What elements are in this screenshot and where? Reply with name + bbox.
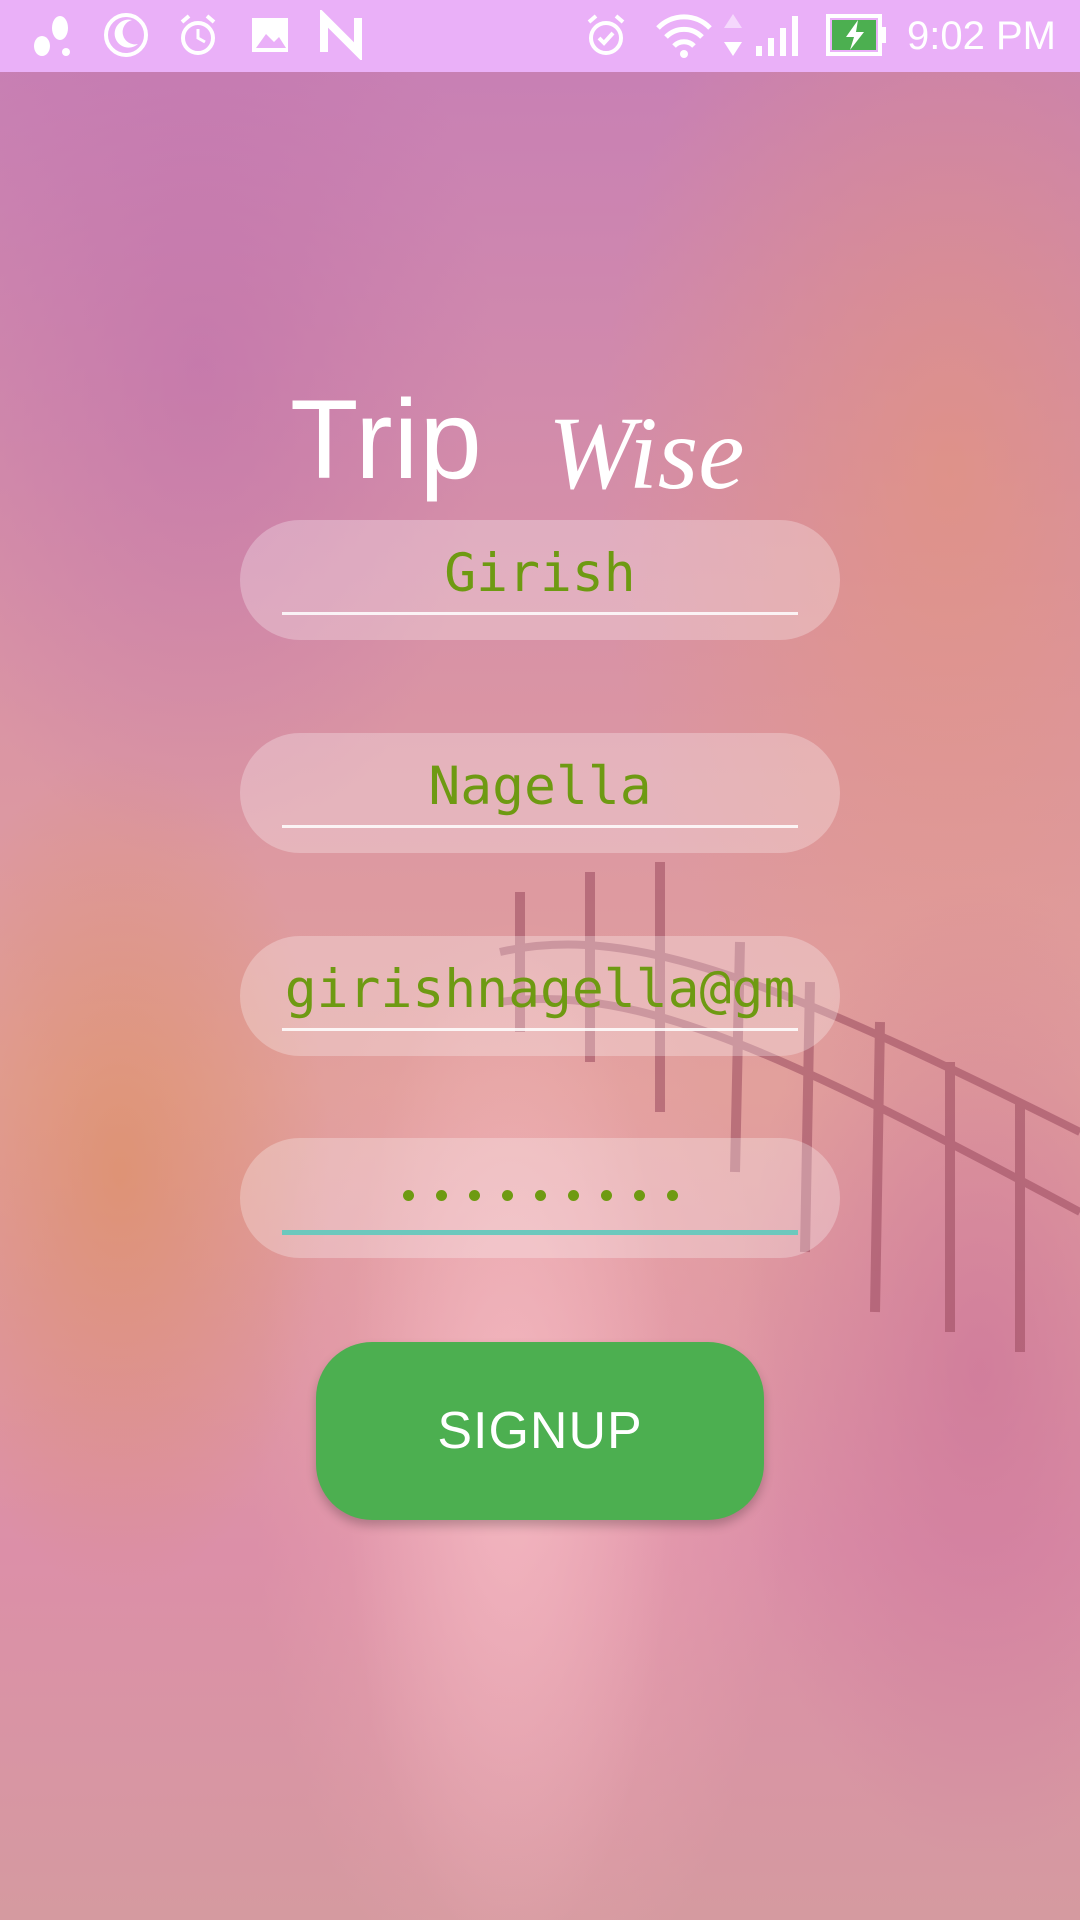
image-icon [252,18,288,52]
password-underline [282,1230,798,1235]
last-name-underline [282,825,798,828]
password-dot [666,1190,678,1201]
password-dot [567,1190,579,1201]
email-field-container [240,936,840,1056]
logo-word-trip: Trip [290,377,483,502]
password-dot [600,1190,612,1201]
n-app-icon [320,10,362,60]
email-underline [282,1028,798,1031]
battery-charging-icon [826,14,886,56]
first-name-field-container [240,520,840,640]
alarm-clock-icon [180,14,216,55]
password-dot [633,1190,645,1201]
status-bar: 9:02 PM [0,0,1080,72]
signup-button[interactable]: SIGNUP [316,1342,764,1520]
first-name-input[interactable] [282,538,798,608]
password-dot [435,1190,447,1201]
password-dot [501,1190,513,1201]
first-name-underline [282,612,798,615]
cell-signal-icon [756,16,798,56]
password-field-container[interactable] [240,1138,840,1258]
background-fence [499,862,1080,1352]
alarm-icon [587,14,625,55]
email-input[interactable] [282,954,798,1024]
password-dot [534,1190,546,1201]
password-input[interactable] [282,1166,798,1226]
app-logo: Trip Wise [290,380,810,520]
data-arrows-icon [724,14,742,56]
password-dot [468,1190,480,1201]
moon-icon [104,13,148,57]
password-dot [402,1190,414,1201]
status-time: 9:02 PM [907,14,1056,58]
wifi-icon [656,14,712,58]
last-name-input[interactable] [282,751,798,821]
last-name-field-container [240,733,840,853]
notification-icon [34,16,70,56]
logo-word-wise: Wise [548,396,745,511]
